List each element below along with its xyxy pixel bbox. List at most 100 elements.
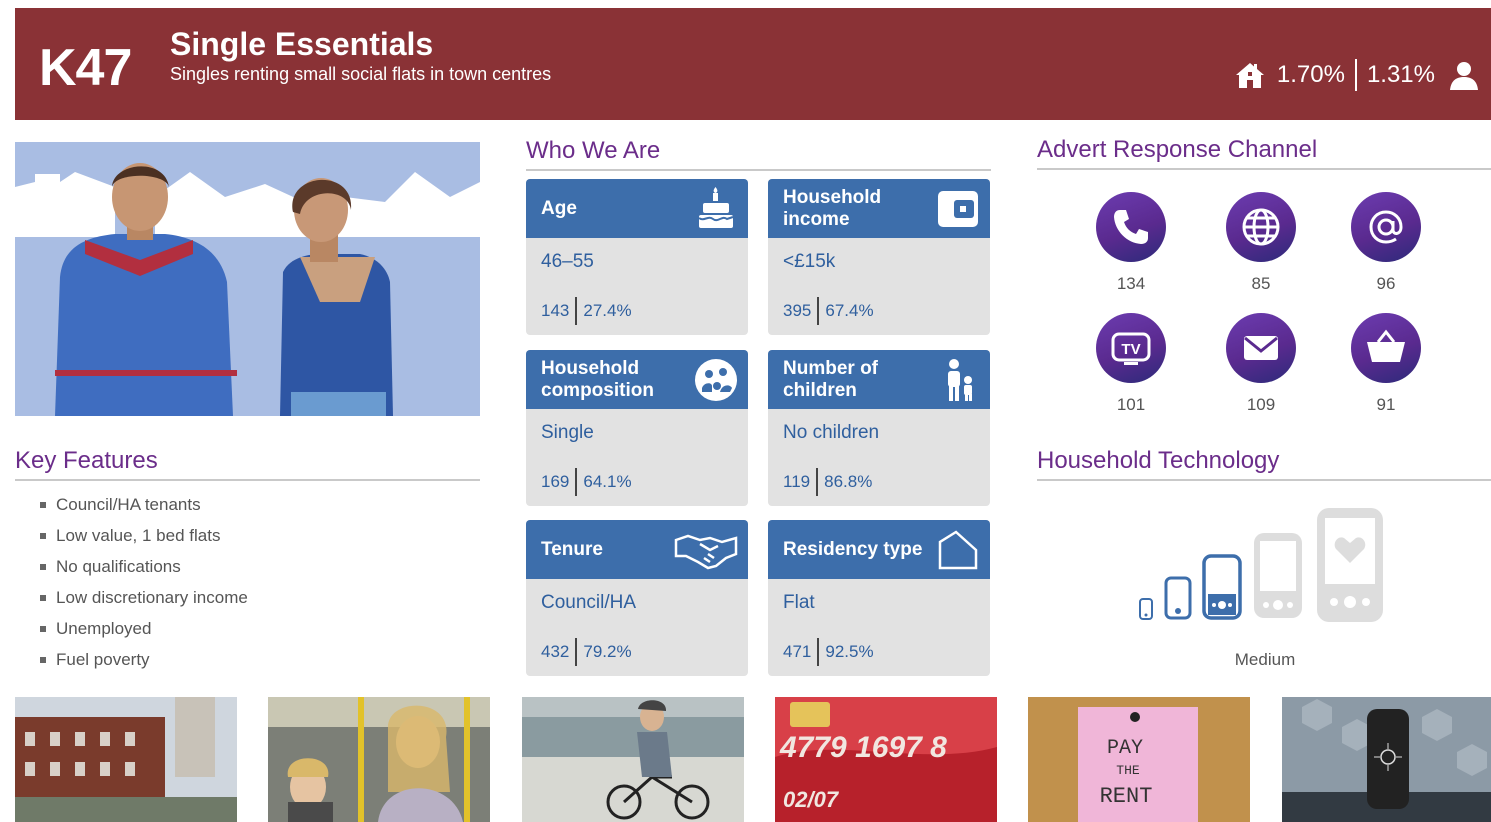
card-value: Single xyxy=(541,422,594,443)
svg-text:02/07: 02/07 xyxy=(783,787,840,812)
feature-text: Council/HA tenants xyxy=(56,495,201,514)
divider xyxy=(817,638,820,666)
card-percentage: 79.2% xyxy=(583,642,632,661)
card-value: 46–55 xyxy=(541,251,594,272)
channel-index: 101 xyxy=(1116,395,1146,414)
card-percentage: 86.8% xyxy=(824,472,873,491)
bus-passengers-photo xyxy=(268,697,490,822)
email-channel: 96 xyxy=(1341,192,1431,294)
divider xyxy=(575,638,578,666)
list-item: Unemployed xyxy=(40,619,248,650)
device-level-3-icon xyxy=(1202,554,1242,620)
household-icon xyxy=(695,359,737,401)
number-of-children-card: Number of children No children 119 86.8% xyxy=(768,350,990,506)
svg-text:RENT: RENT xyxy=(1100,784,1153,809)
birthday-cake-icon xyxy=(698,187,734,228)
feature-text: No qualifications xyxy=(56,557,181,576)
card-stats: 169 64.1% xyxy=(526,467,748,497)
divider xyxy=(816,468,819,496)
card-value: Council/HA xyxy=(541,592,637,613)
divider xyxy=(575,297,578,325)
web-channel: 85 xyxy=(1216,192,1306,294)
tv-channel: TV 101 xyxy=(1086,313,1176,415)
globe-icon xyxy=(1226,192,1296,262)
feature-text: Fuel poverty xyxy=(56,650,150,669)
card-label: Age xyxy=(541,197,577,219)
phone-channel: 134 xyxy=(1086,192,1176,294)
card-value: No children xyxy=(783,422,880,443)
advert-response-title: Advert Response Channel xyxy=(1037,136,1491,170)
segment-subtitle: Singles renting small social flats in to… xyxy=(170,64,552,84)
person-icon xyxy=(1449,60,1479,90)
at-sign-icon xyxy=(1351,192,1421,262)
card-index: 432 xyxy=(541,642,570,661)
card-stats: 119 86.8% xyxy=(768,467,990,497)
channel-index: 85 xyxy=(1251,274,1271,293)
list-item: Council/HA tenants xyxy=(40,495,248,526)
divider xyxy=(817,297,820,325)
card-value: <£15k xyxy=(783,251,836,272)
handshake-icon xyxy=(674,534,738,570)
channel-index: 134 xyxy=(1116,274,1146,293)
shopping-basket-icon xyxy=(1351,313,1421,383)
card-index: 471 xyxy=(783,642,812,661)
bullet-icon xyxy=(40,595,46,601)
card-label: Household composition xyxy=(541,357,654,401)
key-features-title: Key Features xyxy=(15,447,480,481)
svg-text:THE: THE xyxy=(1116,763,1140,778)
card-index: 169 xyxy=(541,472,570,491)
card-value: Flat xyxy=(783,592,815,613)
house-outline-icon xyxy=(938,530,978,570)
card-percentage: 92.5% xyxy=(825,642,874,661)
phone-icon xyxy=(1096,192,1166,262)
device-level-4-icon xyxy=(1254,533,1302,618)
shopping-channel: 91 xyxy=(1341,313,1431,415)
cyclist-photo xyxy=(522,697,744,822)
divider xyxy=(575,468,578,496)
card-index: 143 xyxy=(541,301,570,320)
household-percentage: 1.70% xyxy=(1276,61,1345,88)
feature-text: Low value, 1 bed flats xyxy=(56,526,221,545)
tenure-card: Tenure Council/HA 432 79.2% xyxy=(526,520,748,676)
channel-index: 91 xyxy=(1376,395,1396,414)
household-composition-card: Household composition Single 169 64.1% xyxy=(526,350,748,506)
list-item: Fuel poverty xyxy=(40,650,248,681)
segment-code: K47 xyxy=(39,39,132,97)
device-level-2-icon xyxy=(1164,576,1192,620)
segment-stats: 1.70% 1.31% xyxy=(1235,58,1479,92)
bullet-icon xyxy=(40,502,46,508)
card-label: Number of children xyxy=(783,357,878,401)
device-level-1-icon xyxy=(1139,598,1153,620)
card-percentage: 27.4% xyxy=(583,301,632,320)
person-percentage: 1.31% xyxy=(1366,61,1435,88)
credit-card-photo: 4779 1697 8 02/07 xyxy=(775,697,997,822)
wallet-icon xyxy=(938,191,978,227)
channel-index: 96 xyxy=(1376,274,1396,293)
smart-device-photo xyxy=(1282,697,1491,822)
bullet-icon xyxy=(40,533,46,539)
bullet-icon xyxy=(40,657,46,663)
card-label: Residency type xyxy=(783,538,923,560)
card-index: 119 xyxy=(783,472,811,491)
residency-type-card: Residency type Flat 471 92.5% xyxy=(768,520,990,676)
parent-child-icon xyxy=(948,359,972,401)
card-label: Household income xyxy=(783,186,882,230)
tv-icon: TV xyxy=(1096,313,1166,383)
technology-level: Medium xyxy=(1234,650,1296,669)
list-item: No qualifications xyxy=(40,557,248,588)
card-percentage: 67.4% xyxy=(825,301,874,320)
list-item: Low discretionary income xyxy=(40,588,248,619)
svg-text:TV: TV xyxy=(1121,341,1140,358)
svg-text:4779 1697 8: 4779 1697 8 xyxy=(779,731,947,764)
envelope-icon xyxy=(1226,313,1296,383)
card-stats: 395 67.4% xyxy=(768,296,990,326)
channel-index: 109 xyxy=(1246,395,1276,414)
bullet-icon xyxy=(40,564,46,570)
card-stats: 471 92.5% xyxy=(768,637,990,667)
technology-devices xyxy=(1136,505,1396,625)
segment-title: Single Essentials xyxy=(170,26,434,62)
key-features-list: Council/HA tenants Low value, 1 bed flat… xyxy=(40,495,248,681)
card-stats: 143 27.4% xyxy=(526,296,748,326)
card-stats: 432 79.2% xyxy=(526,637,748,667)
card-index: 395 xyxy=(783,301,812,320)
